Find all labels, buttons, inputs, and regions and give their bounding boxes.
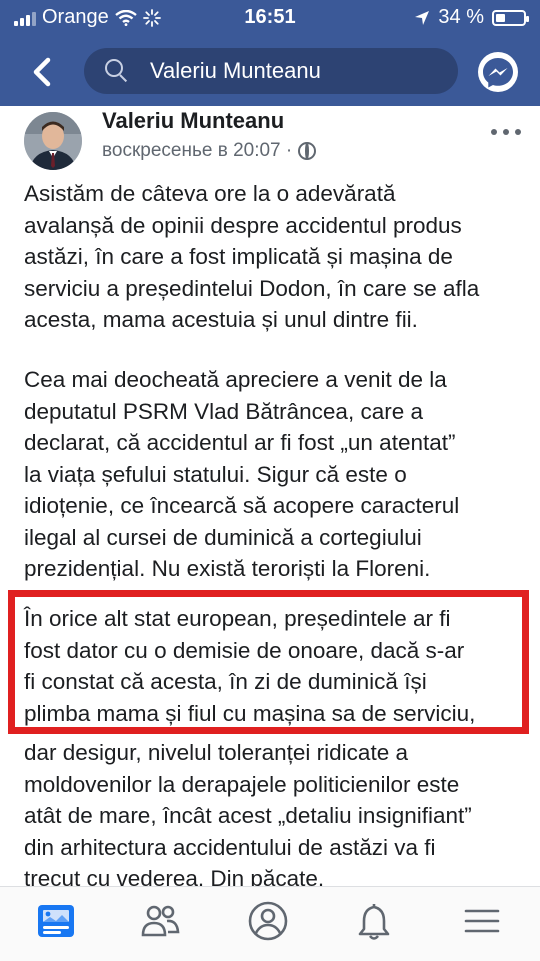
post-meta: воскресенье в 20:07 ·	[102, 140, 317, 162]
notifications-bell-icon	[358, 903, 390, 940]
text-line: acesta, mama acestuia și unul dintre fii…	[24, 307, 418, 332]
text-line: serviciu a președintelui Dodon, în care …	[24, 275, 480, 301]
chevron-left-icon	[33, 57, 51, 87]
menu-icon	[464, 909, 500, 933]
post-paragraph: Asistăm de câteva ore la o adevărată ava…	[24, 178, 529, 336]
red-highlight-frame	[8, 590, 529, 734]
search-icon	[104, 58, 130, 84]
text-line: atât de mare, încât acest „detaliu insig…	[24, 803, 472, 828]
post-paragraph: dar desigur, nivelul toleranței ridicate…	[24, 737, 529, 895]
battery-percent: 34 %	[438, 6, 484, 28]
messenger-button[interactable]	[478, 52, 518, 92]
messenger-icon	[483, 58, 513, 88]
text-line: idioțenie, ce încearcă să acopere caract…	[24, 493, 460, 518]
text-line: declarat, că accidentul ar fi fost „un a…	[24, 430, 456, 455]
back-button[interactable]	[24, 52, 64, 92]
news-feed-icon	[38, 905, 74, 937]
location-arrow-icon	[415, 10, 430, 25]
tab-profile[interactable]	[246, 899, 296, 949]
text-line: avalanșă de opinii despre accidentul pro…	[24, 212, 462, 238]
text-line: moldovenilor la derapajele politicienilo…	[24, 771, 460, 797]
tab-notifications[interactable]	[352, 899, 402, 949]
top-navigation-bar: Orange 16:51 34 % Valeriu Munteanu	[0, 0, 540, 106]
more-options-button[interactable]	[490, 116, 522, 144]
profile-icon	[248, 901, 288, 941]
text-line: deputatul PSRM Vlad Bătrâncea, care a	[24, 398, 423, 424]
text-line: dar desigur, nivelul toleranței ridicate…	[24, 740, 408, 765]
status-bar: Orange 16:51 34 %	[0, 0, 540, 36]
text-line: Asistăm de câteva ore la o adevărată	[24, 181, 396, 206]
author-avatar[interactable]	[24, 112, 82, 170]
text-line: Cea mai deocheată apreciere a venit de l…	[24, 367, 447, 392]
tab-news-feed[interactable]	[34, 899, 84, 949]
author-photo	[24, 112, 82, 170]
text-line: ilegal al cursei de duminică a cortegiul…	[24, 524, 422, 550]
ellipsis-icon	[491, 129, 521, 135]
post-timestamp[interactable]: воскресенье в 20:07 ·	[102, 140, 292, 162]
search-bar[interactable]: Valeriu Munteanu	[84, 48, 458, 94]
text-line: la viața șefului statului. Sigur că este…	[24, 461, 407, 487]
post-paragraph: Cea mai deocheată apreciere a venit de l…	[24, 364, 529, 585]
search-query[interactable]: Valeriu Munteanu	[150, 58, 321, 84]
globe-icon	[298, 142, 317, 160]
post-author-name[interactable]: Valeriu Munteanu	[102, 108, 284, 134]
battery-icon	[492, 9, 529, 26]
tab-menu[interactable]	[460, 899, 510, 949]
text-line: din arhitectura accidentului de astăzi v…	[24, 834, 436, 860]
text-line: prezidențial. Nu există teroriști la Flo…	[24, 556, 431, 581]
friends-icon	[141, 905, 180, 937]
text-line: astăzi, în care a fost implicată și mași…	[24, 244, 453, 269]
battery-level	[496, 13, 505, 22]
bottom-tab-bar	[0, 886, 540, 961]
tab-friends[interactable]	[138, 899, 188, 949]
